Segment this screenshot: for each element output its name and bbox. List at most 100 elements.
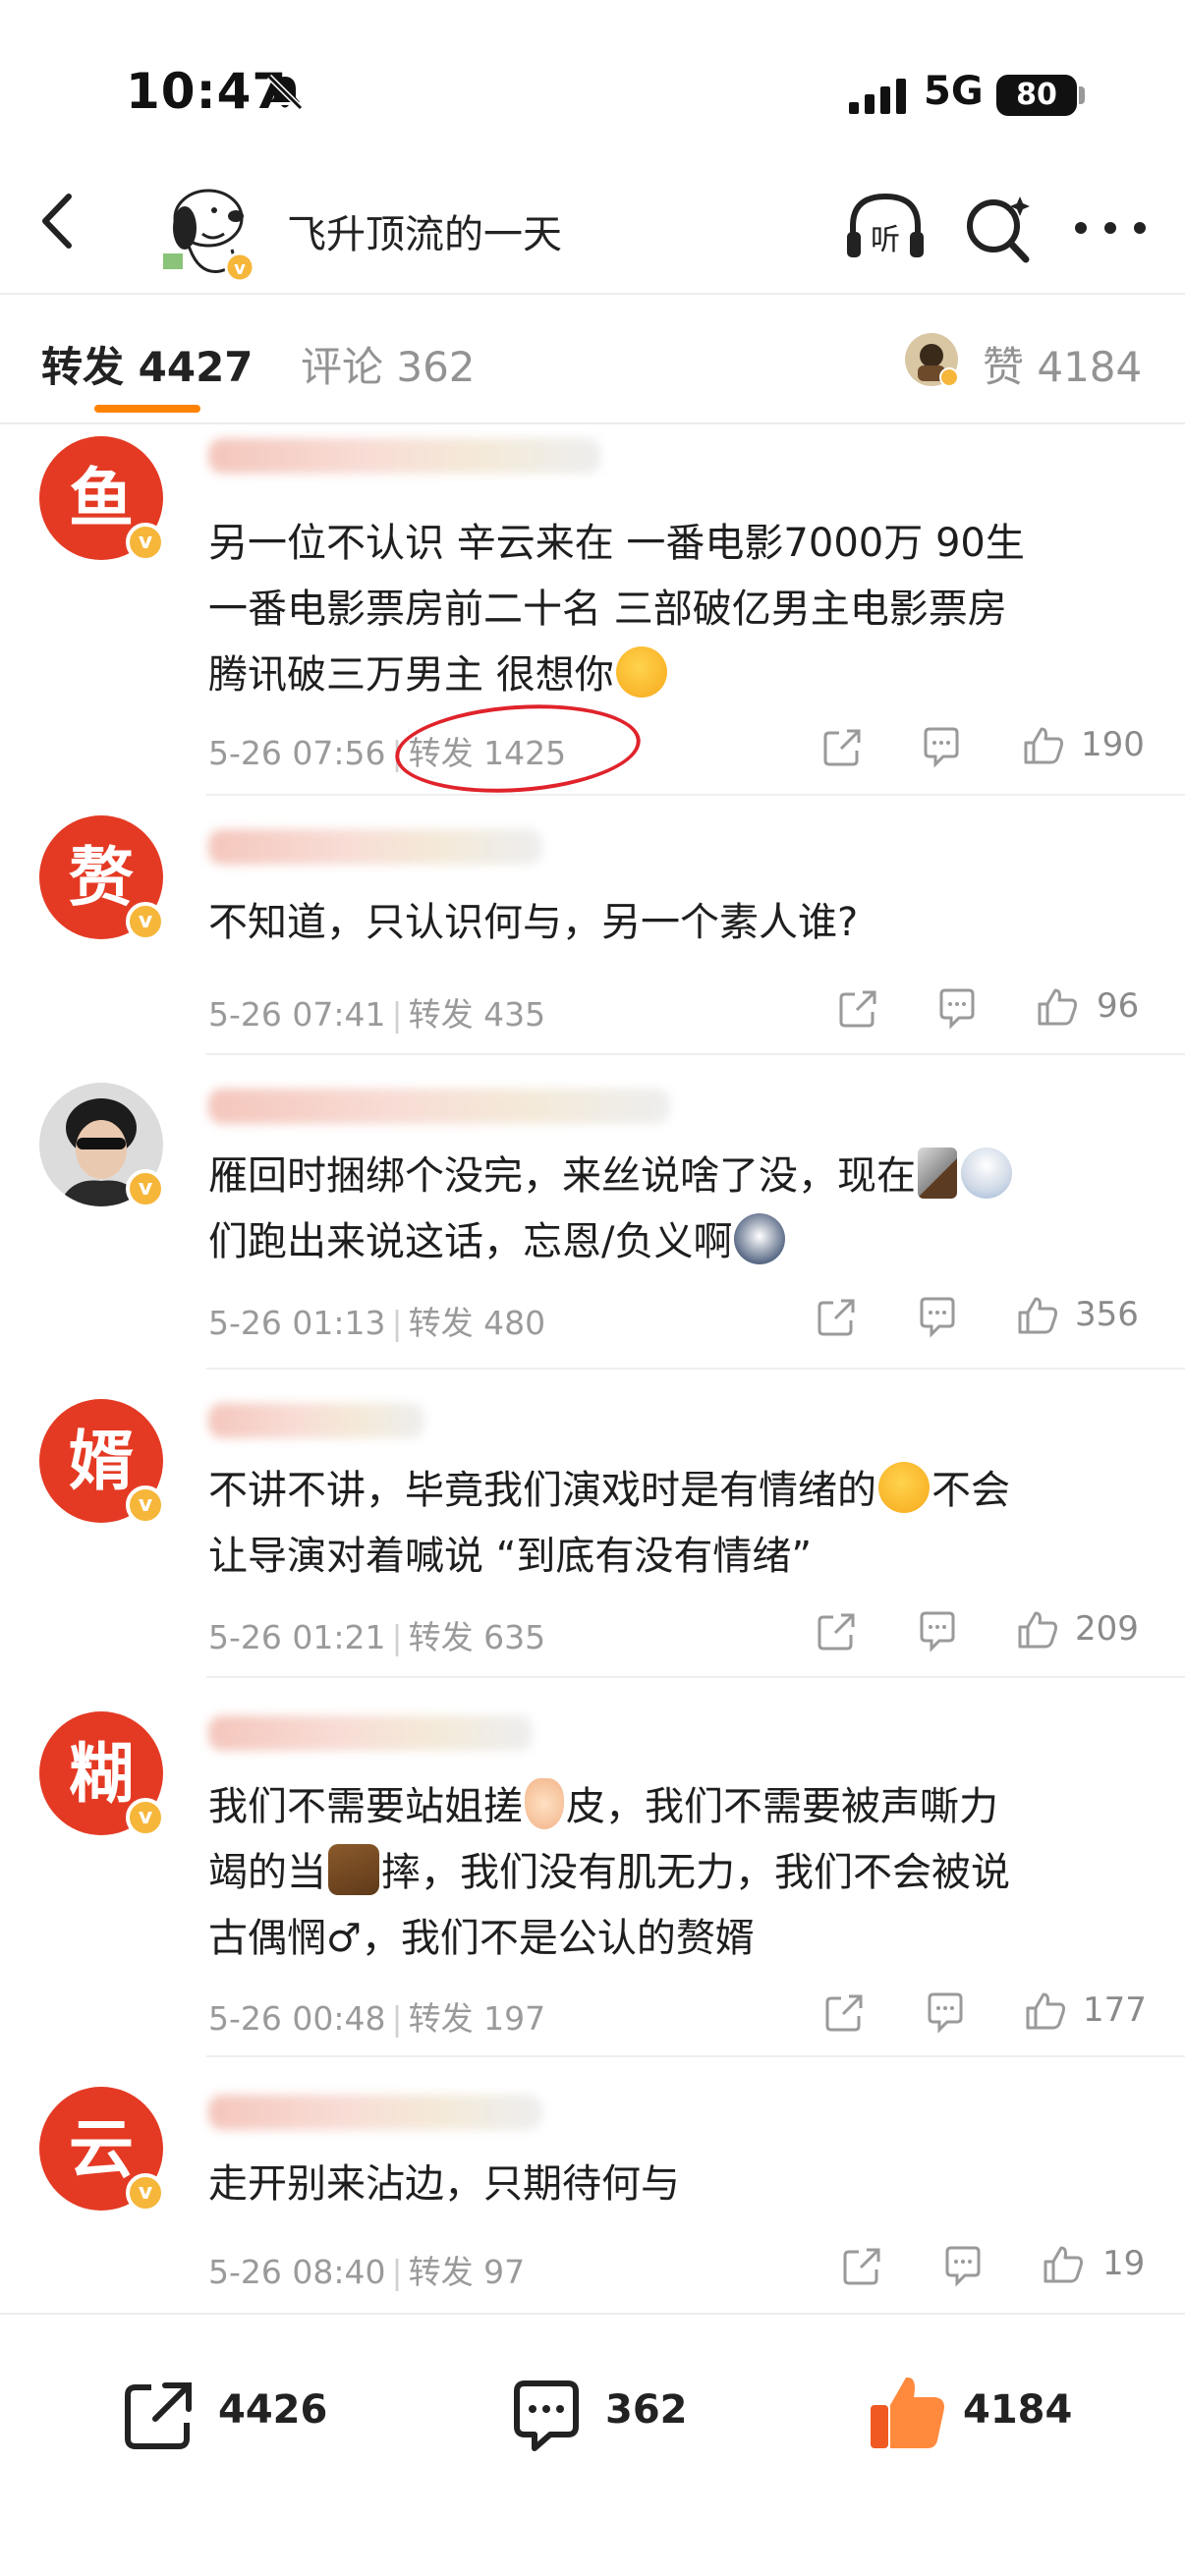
comment-repost-count[interactable]: 转发 97 (409, 2253, 525, 2291)
tab-likes[interactable]: 赞 4184 (983, 334, 1142, 394)
like-count: 177 (1083, 1990, 1147, 2030)
like-thumb-icon[interactable] (1024, 1988, 1067, 2032)
network-type: 5G (924, 69, 984, 114)
comment-repost-count[interactable]: 转发 197 (409, 1999, 545, 2038)
repost-item[interactable]: 糊 v 我们不需要站姐搓 皮，我们不需要被声嘶力 竭的当 摔，我们没有肌无力，我们不… (0, 1678, 1185, 2057)
comment-icon[interactable] (924, 1990, 967, 2034)
like-count: 356 (1075, 1295, 1139, 1334)
repost-icon[interactable] (823, 1990, 867, 2034)
username-blurred[interactable] (208, 1715, 533, 1751)
comment-meta: 5-26 07:41 | 转发 435 (208, 988, 545, 1036)
comment-line: 一番电影票房前二十名 三部破亿男主电影票房 (208, 587, 1007, 632)
battery-icon: 80 (996, 75, 1077, 116)
meta-divider: | (391, 995, 403, 1034)
verified-badge-icon: v (126, 1798, 165, 1837)
comment-line: 们跑出来说这话，忘恩/负义啊 (208, 1209, 1142, 1275)
repost-item[interactable]: 鱼 v 另一位不认识 辛云来在 一番电影7000万 90生 一番电影票房前二十名… (0, 424, 1185, 801)
top-nav-bar: v 飞升顶流的一天 听 (0, 147, 1185, 295)
user-avatar[interactable]: v (39, 1083, 167, 1210)
comment-icon[interactable] (920, 725, 963, 768)
like-thumb-icon[interactable] (1016, 1293, 1059, 1336)
battery-tip (1079, 86, 1085, 104)
like-thumb-icon[interactable] (1016, 1607, 1059, 1651)
back-arrow-icon[interactable] (29, 187, 88, 255)
repost-item[interactable]: 赘 v 不知道，只认识何与，另一个素人谁? 5-26 07:41 | 转发 435 … (0, 796, 1185, 1055)
tab-reposts[interactable]: 转发 4427 (41, 334, 254, 394)
comment-count[interactable]: 362 (605, 2387, 688, 2433)
bottom-action-bar: 4426 362 4184 (0, 2313, 1185, 2576)
username-blurred[interactable] (208, 1089, 670, 1124)
user-avatar[interactable]: 糊 v (39, 1711, 167, 1839)
comment-repost-count[interactable]: 转发 635 (409, 1618, 545, 1656)
status-bar: 10:47 5G 80 (0, 0, 1185, 147)
repost-icon[interactable] (841, 2244, 884, 2287)
repost-item[interactable]: 云 v 走开别来沾边，只期待何与 5-26 08:40 | 转发 97 19 (0, 2057, 1185, 2313)
user-avatar[interactable]: 鱼 v (39, 436, 167, 564)
comment-icon[interactable] (916, 1295, 959, 1338)
heart-face-emoji-icon (878, 1462, 930, 1513)
repost-icon[interactable] (821, 725, 865, 768)
bell-muted-icon (266, 74, 304, 111)
snoopy-avatar-icon[interactable]: v (149, 177, 257, 285)
wood-log-emoji-icon (328, 1844, 379, 1895)
repost-icon[interactable] (120, 2376, 198, 2454)
like-thumb-filled-icon[interactable] (865, 2370, 949, 2454)
repost-icon[interactable] (816, 1609, 859, 1652)
repost-icon[interactable] (816, 1295, 859, 1338)
comment-text: 雁回时捆绑个没完，来丝说啥了没，现在 们跑出来说这话，忘恩/负义啊 (208, 1144, 1142, 1275)
like-count: 190 (1081, 725, 1145, 764)
page-title: 飞升顶流的一天 (287, 212, 562, 257)
repost-item[interactable]: 婿 v 不讲不讲，毕竟我们演戏时是有情绪的 不会 让导演对着喊说 “到底有没有情绪… (0, 1370, 1185, 1678)
username-blurred[interactable] (208, 2095, 542, 2130)
comment-line-text: 竭的当 (208, 1850, 326, 1895)
comment-meta: 5-26 01:21 | 转发 635 (208, 1611, 545, 1658)
comment-time: 5-26 07:41 (208, 995, 386, 1034)
user-avatar[interactable]: 婿 v (39, 1399, 167, 1527)
headphones-listen-icon[interactable]: 听 (843, 189, 928, 263)
meta-divider: | (391, 1999, 403, 2038)
comment-time: 5-26 08:40 (208, 2253, 386, 2291)
husky-emoji-icon (734, 1213, 786, 1264)
comment-meta: 5-26 01:13 | 转发 480 (208, 1297, 545, 1344)
comment-text: 不知道，只认识何与，另一个素人谁? (208, 890, 1142, 956)
more-icon[interactable] (1071, 216, 1150, 240)
comment-line: 我们不需要站姐搓 皮，我们不需要被声嘶力 (208, 1774, 1142, 1840)
comment-line: 不知道，只认识何与，另一个素人谁? (208, 900, 859, 945)
comment-time: 5-26 01:13 (208, 1304, 386, 1342)
search-icon[interactable] (961, 191, 1036, 265)
tab-comments[interactable]: 评论 362 (301, 334, 476, 394)
meta-divider: | (391, 2253, 403, 2291)
like-count[interactable]: 4184 (963, 2387, 1072, 2433)
comment-icon[interactable] (916, 1609, 959, 1652)
comment-icon[interactable] (935, 986, 979, 1030)
comment-text: 我们不需要站姐搓 皮，我们不需要被声嘶力 竭的当 摔，我们没有肌无力，我们不会被说 … (208, 1774, 1142, 1972)
comment-text: 不讲不讲，毕竟我们演戏时是有情绪的 不会 让导演对着喊说 “到底有没有情绪” (208, 1458, 1142, 1590)
username-blurred[interactable] (208, 1403, 424, 1438)
repost-item[interactable]: v 雁回时捆绑个没完，来丝说啥了没，现在 们跑出来说这话，忘恩/负义啊 5-26… (0, 1055, 1185, 1370)
comment-time: 5-26 00:48 (208, 1999, 386, 2038)
comment-line-text: 们跑出来说这话，忘恩/负义啊 (208, 1219, 733, 1264)
comment-icon[interactable] (507, 2376, 586, 2454)
user-avatar[interactable]: 赘 v (39, 815, 167, 943)
comment-line: 让导演对着喊说 “到底有没有情绪” (208, 1534, 813, 1579)
like-thumb-icon[interactable] (1036, 984, 1079, 1028)
tab-active-indicator (94, 405, 200, 413)
signal-icon (849, 79, 906, 114)
liker-avatar[interactable] (904, 332, 959, 387)
username-blurred[interactable] (208, 829, 542, 865)
repost-count[interactable]: 4426 (218, 2387, 327, 2433)
comment-time: 5-26 01:21 (208, 1618, 386, 1656)
comment-repost-count[interactable]: 转发 435 (409, 995, 545, 1034)
username-blurred[interactable] (208, 438, 601, 474)
tab-bar: 转发 4427 评论 362 赞 4184 (0, 295, 1185, 424)
like-thumb-icon[interactable] (1042, 2242, 1085, 2285)
like-count: 19 (1102, 2244, 1146, 2283)
comment-icon[interactable] (941, 2244, 985, 2287)
comment-line-text: 不会 (931, 1468, 1010, 1513)
repost-icon[interactable] (837, 986, 880, 1030)
user-avatar[interactable]: 云 v (39, 2087, 167, 2214)
like-count: 96 (1097, 986, 1140, 1026)
comment-repost-count[interactable]: 转发 480 (409, 1304, 545, 1342)
like-thumb-icon[interactable] (1022, 723, 1065, 766)
comment-line-text: 不讲不讲，毕竟我们演戏时是有情绪的 (208, 1468, 876, 1513)
